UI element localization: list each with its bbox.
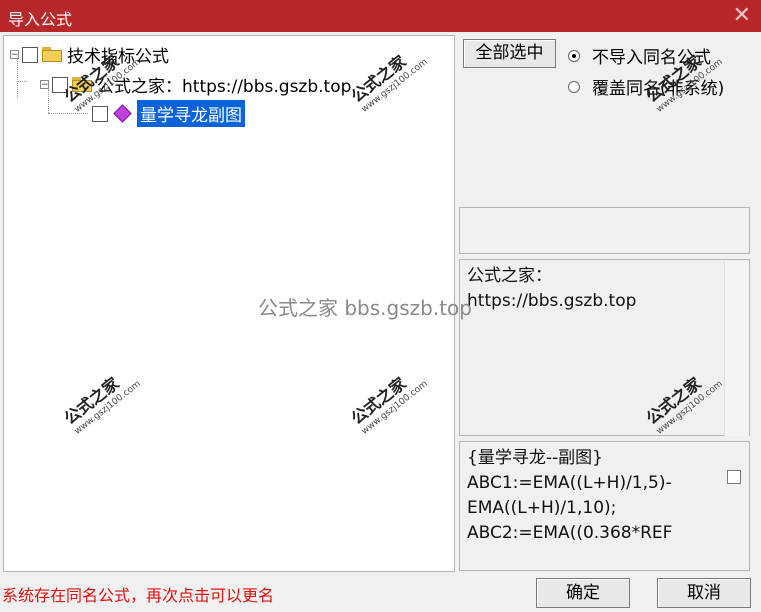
window-title: 导入公式 (8, 10, 73, 29)
folder-icon (42, 47, 62, 62)
cancel-button[interactable]: 取消 (657, 578, 751, 608)
info-line: 公式之家： (467, 266, 552, 286)
tree-connector (17, 81, 27, 82)
radio-selected-icon[interactable] (568, 49, 580, 62)
tree-checkbox[interactable] (92, 105, 108, 122)
code-checkbox[interactable] (727, 470, 741, 484)
code-line: {量学寻龙--副图} (467, 448, 603, 468)
collapse-icon[interactable]: − (40, 80, 49, 90)
code-line: EMA((L+H)/1,10); (467, 498, 617, 518)
tree-node-leaf[interactable]: 量学寻龙副图 (92, 100, 245, 127)
empty-field (459, 207, 750, 254)
ok-button[interactable]: 确定 (536, 578, 630, 608)
close-icon[interactable]: ✕ (733, 3, 751, 28)
code-panel: {量学寻龙--副图} ABC1:=EMA((L+H)/1,5)- EMA((L+… (459, 441, 750, 571)
tree-checkbox[interactable] (22, 46, 38, 63)
tree-node-label: 公式之家：https://bbs.gszb.top (97, 77, 352, 97)
info-panel: 公式之家： https://bbs.gszb.top (459, 259, 750, 436)
tree-node-label[interactable]: 量学寻龙副图 (137, 100, 245, 127)
code-line: ABC1:=EMA((L+H)/1,5)- (467, 473, 672, 493)
info-line: https://bbs.gszb.top (467, 291, 637, 311)
formula-icon (113, 104, 132, 123)
center-watermark: 公式之家 bbs.gszb.top (258, 296, 472, 320)
tree-connector (48, 113, 88, 114)
radio-icon[interactable] (568, 80, 580, 93)
status-message: 系统存在同名公式，再次点击可以更名 (2, 586, 275, 605)
select-all-button[interactable]: 全部选中 (463, 39, 556, 68)
code-line: ABC2:=EMA((0.368*REF (467, 523, 673, 543)
collapse-icon[interactable]: − (10, 50, 19, 60)
title-bar: 导入公式 ✕ (0, 0, 761, 32)
info-scrollbar[interactable] (724, 261, 749, 436)
